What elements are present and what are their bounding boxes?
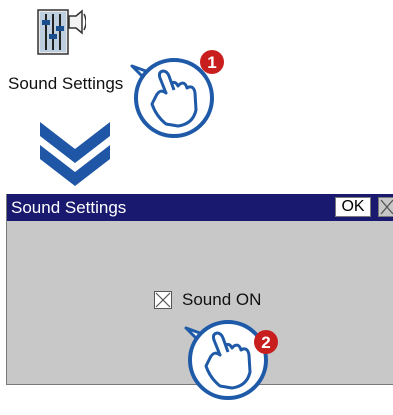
ok-button[interactable]: OK <box>335 197 371 217</box>
callout-1-number: 1 <box>207 53 216 72</box>
dialog-title: Sound Settings <box>11 198 127 217</box>
close-button[interactable] <box>378 197 393 217</box>
tap-gesture-callout-1: 1 <box>126 38 236 148</box>
sound-on-checkbox[interactable] <box>154 291 172 309</box>
sound-settings-icon-label[interactable]: Sound Settings <box>8 74 123 94</box>
callout-2-number: 2 <box>261 333 270 352</box>
dialog-title-bar: Sound Settings OK <box>7 194 393 221</box>
checkbox-cross-icon <box>155 292 171 308</box>
double-chevron-down-icon <box>35 117 115 187</box>
close-icon <box>380 199 393 215</box>
tap-gesture-callout-2: 2 <box>180 300 290 410</box>
sound-settings-icon[interactable] <box>36 8 87 58</box>
